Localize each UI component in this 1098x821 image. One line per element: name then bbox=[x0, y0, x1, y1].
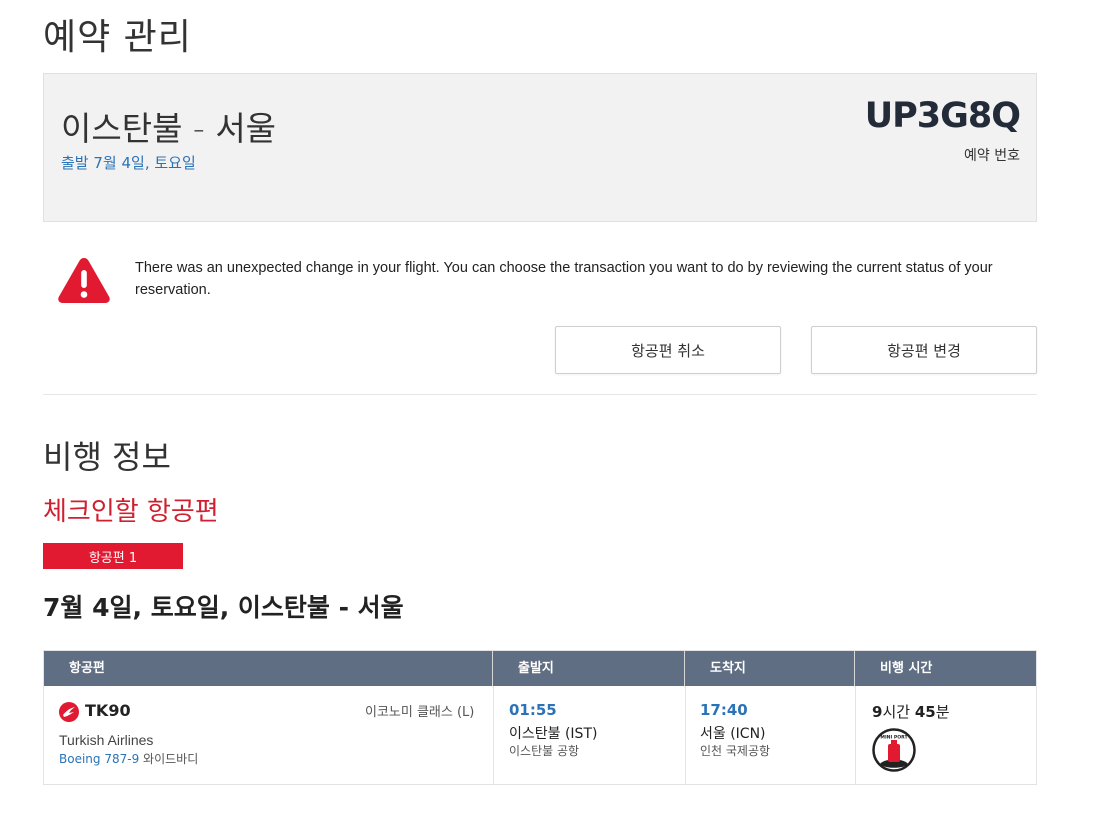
booking-summary-card: 이스탄불 - 서울 출발 7월 4일, 토요일 UP3G8Q 예약 번호 bbox=[43, 73, 1037, 222]
departure-date: 출발 7월 4일, 토요일 bbox=[61, 154, 196, 172]
duration-minutes-unit: 분 bbox=[935, 703, 950, 721]
flight-number-badge: 항공편 1 bbox=[43, 543, 183, 569]
booking-reference: UP3G8Q bbox=[864, 96, 1021, 136]
flight-date-route: 7월 4일, 토요일, 이스탄불 - 서울 bbox=[43, 593, 404, 622]
column-divider bbox=[855, 686, 856, 785]
departure-city: 이스탄불 (IST) bbox=[509, 726, 598, 742]
change-flight-button[interactable]: 항공편 변경 bbox=[811, 326, 1037, 374]
cabin-class: 이코노미 클래스 (L) bbox=[365, 705, 475, 720]
aircraft-model[interactable]: Boeing 787-9 bbox=[59, 752, 139, 766]
departure-airport: 이스탄불 공항 bbox=[509, 744, 580, 758]
booking-reference-label: 예약 번호 bbox=[964, 148, 1020, 164]
header-departure: 출발지 bbox=[493, 651, 685, 686]
flight-number: TK90 bbox=[85, 701, 131, 720]
column-divider bbox=[493, 686, 494, 785]
aircraft-info: Boeing 787-9 와이드바디 bbox=[59, 750, 198, 767]
arrival-time: 17:40 bbox=[700, 701, 748, 719]
duration-minutes: 45 bbox=[914, 703, 936, 721]
section-divider bbox=[43, 394, 1037, 395]
column-divider bbox=[685, 686, 686, 785]
arrival-city: 서울 (ICN) bbox=[700, 726, 766, 742]
duration-hours-unit: 시간 bbox=[882, 703, 911, 721]
table-header: 항공편 출발지 도착지 비행 시간 bbox=[44, 651, 1036, 686]
header-duration: 비행 시간 bbox=[880, 661, 933, 676]
duration-hours: 9 bbox=[872, 703, 883, 721]
route-title: 이스탄불 - 서울 bbox=[61, 109, 277, 148]
miniport-label: MINI PORT bbox=[880, 735, 908, 741]
flight-table: 항공편 출발지 도착지 비행 시간 TK90 이코노미 클래스 (L) Turk… bbox=[43, 650, 1037, 785]
arrival-airport: 인천 국제공항 bbox=[700, 744, 771, 758]
page-title: 예약 관리 bbox=[43, 17, 192, 58]
header-arrival: 도착지 bbox=[685, 651, 855, 686]
airline-name: Turkish Airlines bbox=[59, 732, 154, 748]
miniport-icon[interactable]: MINI PORT bbox=[872, 728, 916, 772]
warning-triangle-icon bbox=[58, 258, 110, 303]
aircraft-type: 와이드바디 bbox=[143, 752, 199, 766]
turkish-airlines-logo-icon bbox=[59, 702, 79, 722]
checkin-flight-title: 체크인할 항공편 bbox=[43, 497, 219, 527]
flight-duration: 9시간 45분 bbox=[872, 701, 950, 722]
departure-time: 01:55 bbox=[509, 701, 557, 719]
flight-info-title: 비행 정보 bbox=[43, 438, 171, 476]
cancel-flight-button[interactable]: 항공편 취소 bbox=[555, 326, 781, 374]
header-flight: 항공편 bbox=[44, 651, 493, 686]
flight-change-alert-message: There was an unexpected change in your f… bbox=[135, 260, 993, 298]
